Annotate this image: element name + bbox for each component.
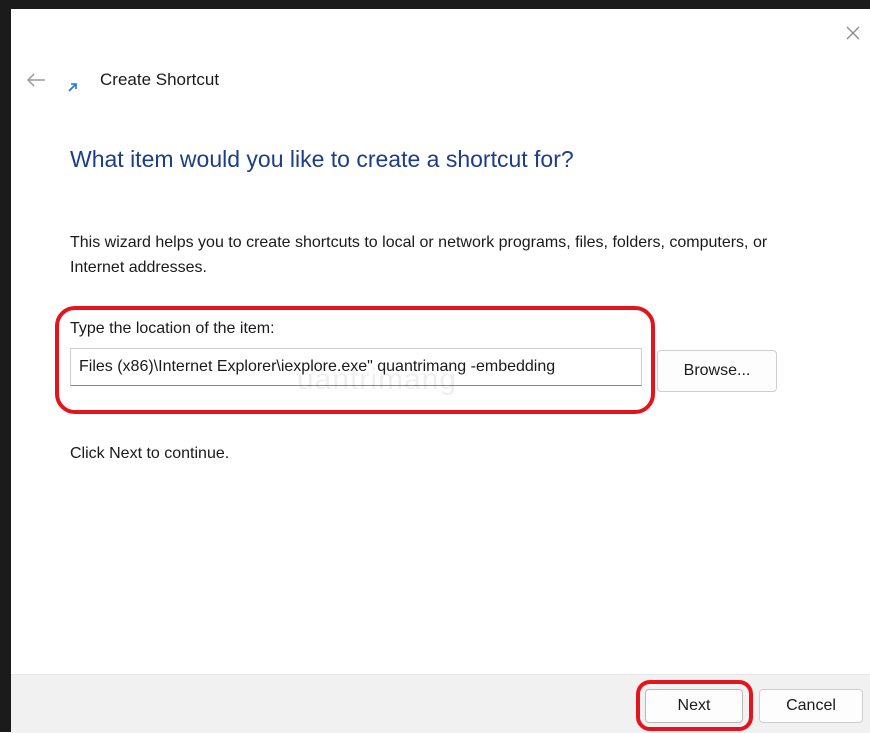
next-button[interactable]: Next bbox=[645, 689, 743, 723]
dialog-title: Create Shortcut bbox=[100, 70, 220, 89]
window-frame-top bbox=[0, 0, 870, 9]
browse-button[interactable]: Browse... bbox=[657, 350, 777, 392]
close-button[interactable] bbox=[838, 19, 868, 47]
arrow-left-icon bbox=[26, 73, 45, 87]
back-button[interactable] bbox=[21, 65, 51, 95]
location-label: Type the location of the item: bbox=[70, 320, 275, 337]
window-frame-left bbox=[0, 0, 11, 732]
continue-hint: Click Next to continue. bbox=[70, 445, 230, 462]
cancel-button[interactable]: Cancel bbox=[759, 689, 863, 723]
wizard-description: This wizard helps you to create shortcut… bbox=[70, 234, 768, 276]
shortcut-arrow-icon bbox=[66, 80, 80, 94]
location-input[interactable] bbox=[70, 348, 642, 386]
page-heading: What item would you like to create a sho… bbox=[70, 146, 574, 172]
close-icon bbox=[846, 26, 860, 40]
create-shortcut-dialog: Create Shortcut What item would you like… bbox=[11, 9, 870, 733]
